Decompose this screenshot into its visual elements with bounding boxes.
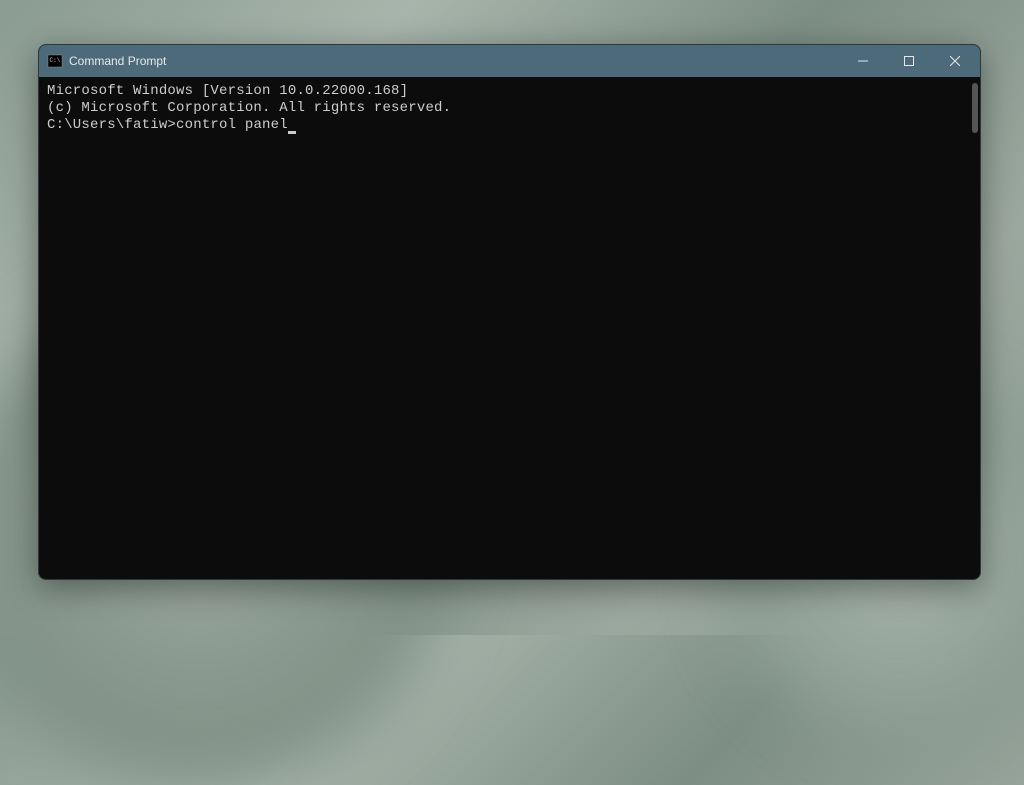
- prompt-text: C:\Users\fatiw>: [47, 117, 176, 133]
- window-title: Command Prompt: [69, 54, 840, 68]
- maximize-button[interactable]: [886, 45, 932, 77]
- terminal-output-line: Microsoft Windows [Version 10.0.22000.16…: [47, 83, 972, 100]
- minimize-button[interactable]: [840, 45, 886, 77]
- close-button[interactable]: [932, 45, 978, 77]
- terminal-prompt-line: C:\Users\fatiw>control panel: [47, 117, 972, 134]
- window-controls: [840, 45, 978, 77]
- titlebar[interactable]: C:\ Command Prompt: [39, 45, 980, 77]
- terminal-area[interactable]: Microsoft Windows [Version 10.0.22000.16…: [39, 77, 980, 579]
- command-input[interactable]: control panel: [176, 117, 288, 133]
- svg-text:C:\: C:\: [50, 57, 61, 64]
- command-prompt-window: C:\ Command Prompt Micro: [38, 44, 981, 580]
- terminal-output-line: (c) Microsoft Corporation. All rights re…: [47, 100, 972, 117]
- cursor-icon: [288, 131, 296, 134]
- scrollbar[interactable]: [972, 83, 978, 133]
- app-icon: C:\: [47, 53, 63, 69]
